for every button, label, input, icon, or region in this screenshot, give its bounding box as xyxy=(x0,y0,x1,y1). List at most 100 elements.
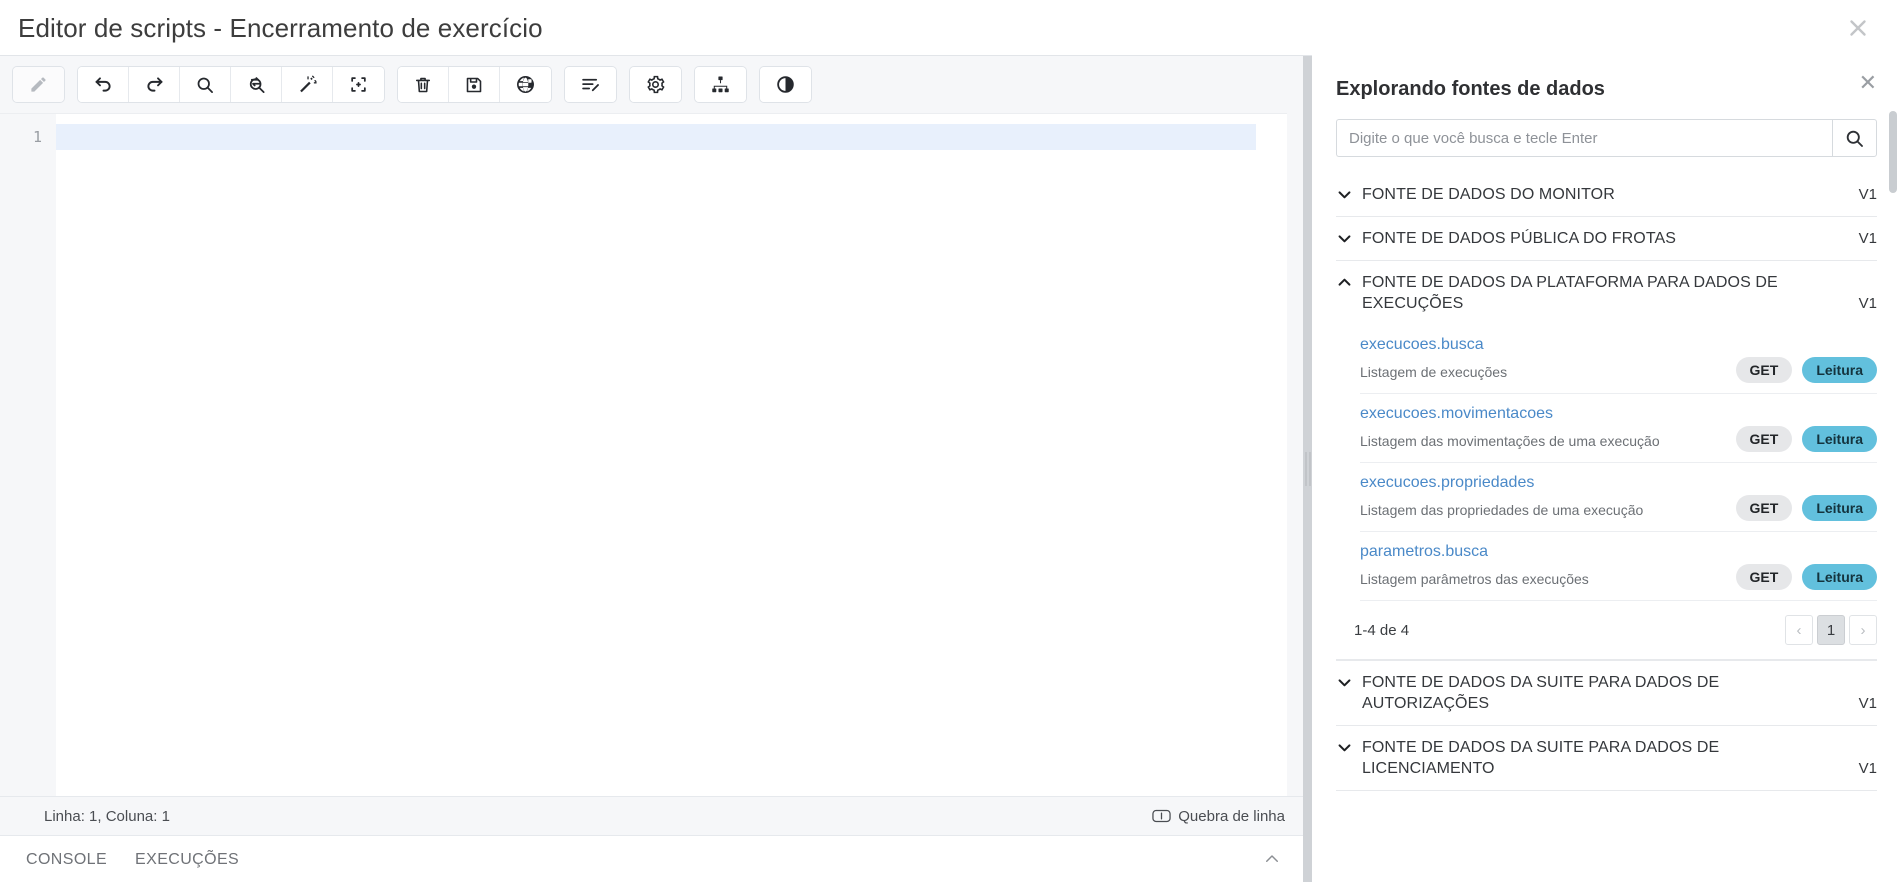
dialog-titlebar: Editor de scripts - Encerramento de exer… xyxy=(0,0,1899,55)
close-dialog-button[interactable] xyxy=(1841,11,1875,45)
data-source-header-autorizacoes[interactable]: FONTE DE DADOS DA SUITE PARA DADOS DE AU… xyxy=(1336,661,1877,725)
endpoint-link[interactable]: execucoes.busca xyxy=(1360,334,1484,356)
bottom-panel-tabs: CONSOLE EXECUÇÕES xyxy=(0,835,1303,882)
endpoint-badges: GET Leitura xyxy=(1735,495,1877,523)
status-badge-access: Leitura xyxy=(1802,357,1877,383)
data-source-section: FONTE DE DADOS DA SUITE PARA DADOS DE AU… xyxy=(1336,661,1877,726)
editor-column: 1 Linha: 1, Coluna: 1 Quebra de linha CO… xyxy=(0,55,1303,882)
sitemap-icon xyxy=(712,76,729,93)
data-source-header-monitor[interactable]: FONTE DE DADOS DO MONITOR V1 xyxy=(1336,173,1877,216)
edit-list-icon xyxy=(582,78,599,92)
chevron-down-icon xyxy=(1336,672,1362,691)
code-text-area[interactable] xyxy=(56,114,1274,796)
contrast-icon xyxy=(777,76,794,93)
redo-button[interactable] xyxy=(129,67,180,102)
endpoint-link[interactable]: parametros.busca xyxy=(1360,541,1488,563)
data-source-header-execucoes[interactable]: FONTE DE DADOS DA PLATAFORMA PARA DADOS … xyxy=(1336,261,1877,325)
toolbar-group-edit xyxy=(12,66,65,103)
endpoint-link[interactable]: execucoes.propriedades xyxy=(1360,472,1534,494)
endpoint-description: Listagem de execuções xyxy=(1360,364,1508,380)
pagination-range-label: 1-4 de 4 xyxy=(1354,621,1410,639)
settings-button[interactable] xyxy=(630,67,681,102)
panel-scrollbar-track[interactable] xyxy=(1889,111,1897,880)
data-source-header-frotas[interactable]: FONTE DE DADOS PÚBLICA DO FROTAS V1 xyxy=(1336,217,1877,260)
editor-vertical-scrollbar[interactable] xyxy=(1274,114,1287,796)
gear-icon xyxy=(647,75,665,94)
find-button[interactable] xyxy=(180,67,231,102)
endpoint-badges: GET Leitura xyxy=(1735,357,1877,385)
word-wrap-toggle[interactable]: Quebra de linha xyxy=(1152,808,1285,825)
toolbar-group-parameters xyxy=(564,66,617,103)
splitter-grip[interactable] xyxy=(1305,452,1310,486)
delete-button[interactable] xyxy=(398,67,449,102)
edit-pencil-button[interactable] xyxy=(13,67,64,102)
pagination-next-button[interactable]: › xyxy=(1849,615,1877,645)
pagination-buttons: ‹ 1 › xyxy=(1785,615,1877,645)
page-title: Editor de scripts - Encerramento de exer… xyxy=(18,12,543,43)
data-source-section: FONTE DE DADOS PÚBLICA DO FROTAS V1 xyxy=(1336,217,1877,261)
format-button[interactable] xyxy=(282,67,333,102)
endpoint-description: Listagem das movimentações de uma execuç… xyxy=(1360,433,1660,449)
redo-icon xyxy=(146,77,162,92)
word-wrap-label: Quebra de linha xyxy=(1178,807,1285,825)
search-input[interactable] xyxy=(1336,119,1832,157)
status-badge-method: GET xyxy=(1735,495,1793,521)
search-replace-icon xyxy=(249,77,265,93)
dialog-body: 1 Linha: 1, Coluna: 1 Quebra de linha CO… xyxy=(0,55,1899,882)
list-item: execucoes.propriedades Listagem das prop… xyxy=(1360,463,1877,532)
hierarchy-button[interactable] xyxy=(695,67,746,102)
close-icon xyxy=(1850,19,1866,36)
line-number: 1 xyxy=(32,128,42,146)
expand-bottom-panel-button[interactable] xyxy=(1257,844,1287,874)
panel-vertical-scrollbar[interactable] xyxy=(1889,111,1897,880)
pencil-icon xyxy=(31,77,46,92)
tab-console[interactable]: CONSOLE xyxy=(12,836,121,882)
status-badge-method: GET xyxy=(1735,564,1793,590)
endpoint-paginator: 1-4 de 4 ‹ 1 › xyxy=(1336,601,1877,660)
panel-scrollbar-thumb[interactable] xyxy=(1889,111,1897,193)
endpoint-link[interactable]: execucoes.movimentacoes xyxy=(1360,403,1553,425)
data-source-header-licenciamento[interactable]: FONTE DE DADOS DA SUITE PARA DADOS DE LI… xyxy=(1336,726,1877,790)
data-source-version: V1 xyxy=(1858,186,1877,203)
endpoint-list: execucoes.busca Listagem de execuções GE… xyxy=(1336,325,1877,601)
magic-wand-icon xyxy=(299,75,317,93)
tab-execucoes[interactable]: EXECUÇÕES xyxy=(121,836,253,882)
pagination-page-1-button[interactable]: 1 xyxy=(1817,615,1845,645)
endpoint-badges: GET Leitura xyxy=(1735,426,1877,454)
data-source-section: FONTE DE DADOS DA SUITE PARA DADOS DE LI… xyxy=(1336,726,1877,791)
data-sources-title: Explorando fontes de dados xyxy=(1336,78,1605,100)
endpoint-meta-row: Listagem das propriedades de uma execuçã… xyxy=(1360,495,1877,523)
theme-button[interactable] xyxy=(760,67,811,102)
search-icon xyxy=(1846,130,1863,147)
data-sources-header: Explorando fontes de dados ✕ xyxy=(1336,55,1877,105)
publish-button[interactable] xyxy=(500,67,551,102)
endpoint-description: Listagem das propriedades de uma execuçã… xyxy=(1360,502,1644,518)
code-editor[interactable]: 1 xyxy=(0,113,1287,796)
find-replace-button[interactable] xyxy=(231,67,282,102)
trash-icon xyxy=(415,77,431,92)
collapse-button[interactable] xyxy=(333,67,384,102)
parameters-button[interactable] xyxy=(565,67,616,102)
list-item: execucoes.busca Listagem de execuções GE… xyxy=(1360,325,1877,394)
data-source-version: V1 xyxy=(1858,295,1877,312)
editor-surface: 1 xyxy=(0,113,1287,796)
data-source-section-expanded: FONTE DE DADOS DA PLATAFORMA PARA DADOS … xyxy=(1336,261,1877,661)
panel-splitter[interactable] xyxy=(1303,55,1312,882)
collapse-icon xyxy=(351,77,366,92)
chevron-down-icon xyxy=(1336,228,1362,247)
pagination-prev-button[interactable]: ‹ xyxy=(1785,615,1813,645)
undo-button[interactable] xyxy=(78,67,129,102)
editor-status-bar: Linha: 1, Coluna: 1 Quebra de linha xyxy=(0,796,1303,835)
search-submit-button[interactable] xyxy=(1832,119,1877,157)
data-source-section: FONTE DE DADOS DO MONITOR V1 xyxy=(1336,173,1877,217)
data-source-version: V1 xyxy=(1858,230,1877,247)
list-item: execucoes.movimentacoes Listagem das mov… xyxy=(1360,394,1877,463)
endpoint-meta-row: Listagem de execuções GET Leitura xyxy=(1360,357,1877,385)
script-editor-dialog: Editor de scripts - Encerramento de exer… xyxy=(0,0,1899,882)
close-panel-button[interactable]: ✕ xyxy=(1859,72,1877,94)
status-badge-access: Leitura xyxy=(1802,564,1877,590)
endpoint-description: Listagem parâmetros das execuções xyxy=(1360,571,1589,587)
globe-icon xyxy=(517,76,534,93)
save-button[interactable] xyxy=(449,67,500,102)
undo-icon xyxy=(95,77,111,92)
